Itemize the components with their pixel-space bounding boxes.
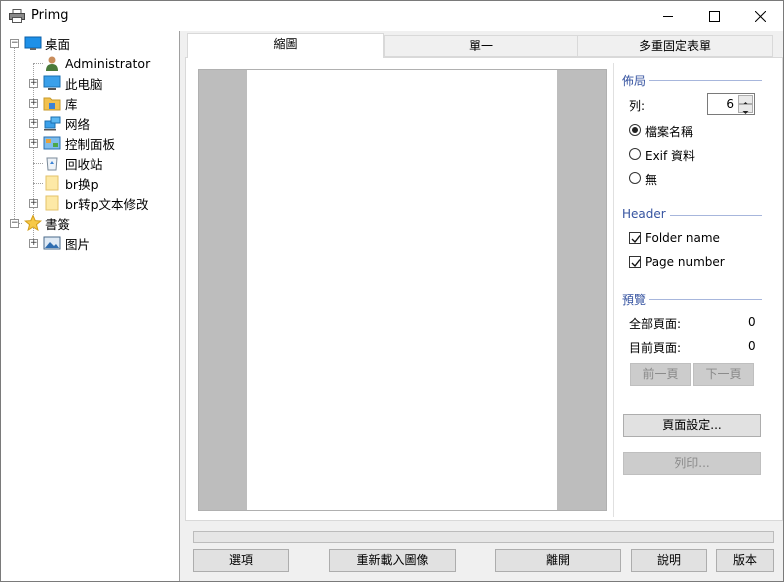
tree-item-library[interactable]: + 库 bbox=[1, 93, 179, 113]
spin-down-button[interactable] bbox=[738, 104, 753, 114]
expand-toggle[interactable]: + bbox=[29, 119, 38, 128]
collapse-toggle[interactable]: − bbox=[10, 39, 19, 48]
minimize-icon bbox=[663, 16, 673, 17]
columns-label: 列: bbox=[629, 99, 646, 113]
tree-item-label: 書簽 bbox=[45, 216, 71, 232]
radio-exif[interactable] bbox=[629, 148, 641, 160]
checkmark-icon bbox=[631, 259, 641, 268]
tree-item-label: 库 bbox=[65, 96, 78, 112]
close-icon bbox=[754, 10, 766, 22]
current-page-label: 目前頁面: bbox=[629, 341, 682, 355]
title-bar: Primg bbox=[1, 1, 783, 31]
maximize-icon bbox=[708, 10, 720, 22]
caret-down-icon bbox=[742, 111, 749, 114]
preview-group-title: 預覽 bbox=[622, 293, 647, 307]
radio-exif-label: Exif 資料 bbox=[645, 149, 696, 163]
print-button[interactable]: 列印... bbox=[623, 452, 761, 475]
help-button[interactable]: 說明 bbox=[631, 549, 707, 572]
tree-item-control-panel[interactable]: + 控制面板 bbox=[1, 133, 179, 153]
computer-icon bbox=[43, 75, 61, 90]
picture-icon bbox=[43, 236, 61, 250]
reload-images-button[interactable]: 重新載入圖像 bbox=[329, 549, 456, 572]
app-window: Primg − 桌面 Administrator + 此电脑 + 库 + 网络 … bbox=[0, 0, 784, 582]
control-panel-icon bbox=[43, 136, 61, 150]
prev-page-button[interactable]: 前一頁 bbox=[630, 363, 691, 386]
page-setup-button[interactable]: 頁面設定... bbox=[623, 414, 761, 437]
tree-item-label: br转p文本修改 bbox=[65, 196, 149, 212]
folder-name-checkbox[interactable] bbox=[629, 232, 641, 244]
folder-icon bbox=[45, 195, 59, 211]
current-page-value: 0 bbox=[748, 339, 756, 353]
total-pages-value: 0 bbox=[748, 315, 756, 329]
radio-none[interactable] bbox=[629, 172, 641, 184]
user-icon bbox=[46, 56, 58, 71]
expand-toggle[interactable]: + bbox=[29, 99, 38, 108]
tree-item-desktop[interactable]: − 桌面 bbox=[1, 33, 179, 53]
library-folder-icon bbox=[43, 97, 61, 111]
layout-group-title: 佈局 bbox=[622, 74, 647, 88]
minimize-button[interactable] bbox=[645, 1, 691, 31]
desktop-icon bbox=[24, 36, 42, 50]
tree-item-administrator[interactable]: Administrator bbox=[1, 53, 179, 73]
folder-name-label: Folder name bbox=[645, 231, 720, 245]
printer-icon bbox=[9, 9, 25, 23]
tree-item-recycle-bin[interactable]: 回收站 bbox=[1, 153, 179, 173]
divider bbox=[670, 215, 762, 216]
tab-multi-form[interactable]: 多重固定表單 bbox=[577, 35, 773, 57]
window-title: Primg bbox=[31, 8, 69, 23]
spin-up-button[interactable] bbox=[738, 95, 753, 105]
expand-toggle[interactable]: + bbox=[29, 79, 38, 88]
preview-page bbox=[247, 70, 557, 510]
divider bbox=[649, 299, 762, 300]
progress-bar bbox=[193, 531, 774, 543]
folder-tree[interactable]: − 桌面 Administrator + 此电脑 + 库 + 网络 + 控制面板… bbox=[1, 31, 180, 581]
radio-filename[interactable] bbox=[629, 124, 641, 136]
radio-none-label: 無 bbox=[645, 173, 658, 187]
tree-item-label: 此电脑 bbox=[65, 76, 103, 92]
tree-item-bookmarks[interactable]: − 書簽 bbox=[1, 213, 179, 233]
tree-item-label: 控制面板 bbox=[65, 136, 116, 152]
tree-item-label: 网络 bbox=[65, 116, 91, 132]
tab-single[interactable]: 單一 bbox=[384, 35, 578, 57]
splitter[interactable] bbox=[180, 31, 184, 581]
tree-item-label: Administrator bbox=[65, 55, 151, 71]
tree-item-label: 桌面 bbox=[45, 36, 71, 52]
star-icon bbox=[24, 215, 42, 231]
expand-toggle[interactable]: + bbox=[29, 239, 38, 248]
folder-icon bbox=[45, 175, 59, 191]
tree-item-this-pc[interactable]: + 此电脑 bbox=[1, 73, 179, 93]
divider bbox=[649, 80, 762, 81]
network-icon bbox=[44, 116, 61, 131]
options-button[interactable]: 選項 bbox=[193, 549, 289, 572]
exit-button[interactable]: 離開 bbox=[495, 549, 621, 572]
version-button[interactable]: 版本 bbox=[716, 549, 774, 572]
page-number-checkbox[interactable] bbox=[629, 256, 641, 268]
columns-spinner[interactable]: 6 bbox=[707, 93, 755, 115]
columns-value: 6 bbox=[726, 97, 734, 111]
checkmark-icon bbox=[631, 235, 641, 244]
tree-item-network[interactable]: + 网络 bbox=[1, 113, 179, 133]
expand-toggle[interactable]: + bbox=[29, 199, 38, 208]
collapse-toggle[interactable]: − bbox=[10, 219, 19, 228]
tab-thumbnail[interactable]: 縮圖 bbox=[187, 33, 384, 58]
recycle-bin-icon bbox=[46, 157, 58, 171]
tree-item-folder-br-edit[interactable]: + br转p文本修改 bbox=[1, 193, 179, 213]
tree-item-label: 回收站 bbox=[65, 156, 103, 172]
header-group-title: Header bbox=[622, 207, 666, 221]
tree-item-folder-br-p[interactable]: br换p bbox=[1, 173, 179, 193]
tree-item-label: br换p bbox=[65, 176, 99, 192]
tree-item-label: 图片 bbox=[65, 236, 91, 252]
page-number-label: Page number bbox=[645, 255, 725, 269]
tree-item-pictures[interactable]: + 图片 bbox=[1, 233, 179, 253]
divider bbox=[613, 63, 614, 517]
maximize-button[interactable] bbox=[691, 1, 737, 31]
next-page-button[interactable]: 下一頁 bbox=[693, 363, 754, 386]
radio-filename-label: 檔案名稱 bbox=[645, 125, 694, 139]
close-button[interactable] bbox=[737, 1, 783, 31]
expand-toggle[interactable]: + bbox=[29, 139, 38, 148]
total-pages-label: 全部頁面: bbox=[629, 317, 682, 331]
